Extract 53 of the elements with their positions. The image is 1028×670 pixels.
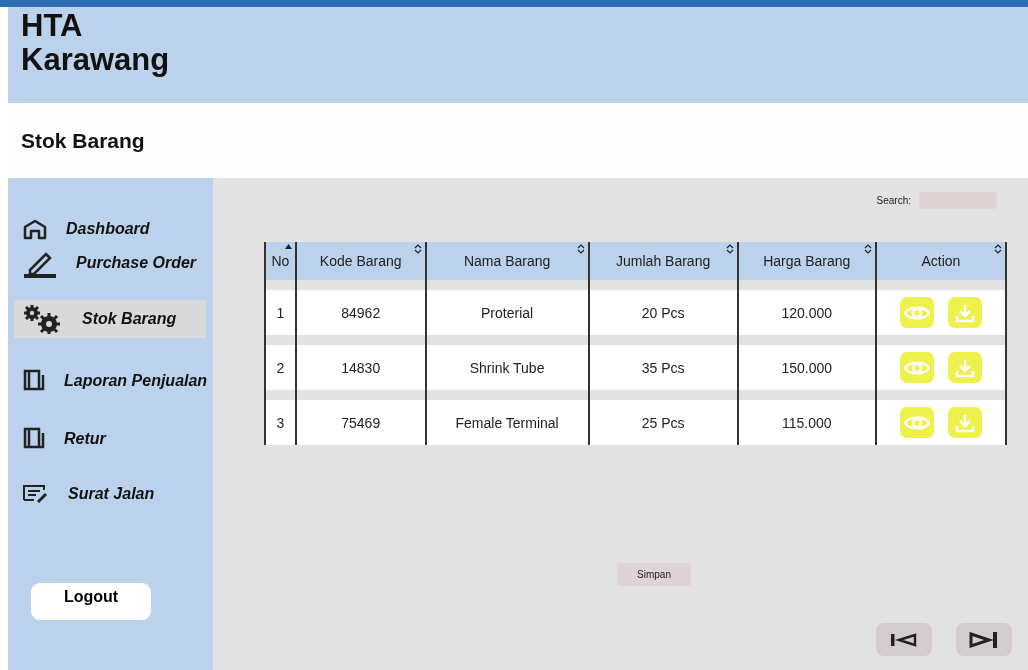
- sort-icon: [994, 244, 1002, 254]
- table-cell: 115.000: [781, 414, 832, 431]
- sort-icon: [725, 244, 734, 254]
- first-page-button[interactable]: [876, 623, 932, 656]
- table-cell: Shrink Tube: [469, 359, 545, 376]
- table-cell: Proterial: [481, 304, 534, 321]
- table-cell: 1: [276, 304, 285, 321]
- app-title: HTA Karawang: [21, 9, 171, 77]
- sidebar-item[interactable]: Surat Jalan: [14, 482, 206, 506]
- sidebar-item[interactable]: Stok Barang: [14, 300, 206, 338]
- column-header[interactable]: Action: [875, 242, 1006, 280]
- table-cell: Female Terminal: [455, 414, 559, 431]
- last-page-icon: [969, 631, 999, 648]
- first-page-icon: [891, 632, 917, 647]
- column-header[interactable]: Jumlah Barang: [588, 242, 738, 280]
- table-cell: 20 Pcs: [641, 304, 685, 321]
- sort-ascending-icon: [284, 244, 292, 249]
- table-cell: 150.000: [781, 359, 832, 376]
- sort-icon: [413, 244, 422, 254]
- table-cell: 14830: [341, 359, 381, 376]
- table-cell: 120.000: [781, 304, 832, 321]
- download-icon: [954, 357, 975, 378]
- download-button[interactable]: [947, 352, 982, 383]
- table-cell: 75469: [341, 414, 381, 431]
- note-edit-icon: [22, 484, 50, 504]
- table-cell: 84962: [341, 304, 381, 321]
- sidebar-item[interactable]: Laporan Penjualan: [14, 366, 206, 396]
- download-icon: [954, 412, 975, 433]
- table-cell: 2: [276, 359, 285, 376]
- download-button[interactable]: [947, 297, 982, 328]
- last-page-button[interactable]: [956, 623, 1012, 656]
- sort-icon: [576, 244, 585, 254]
- logout-button[interactable]: Logout: [31, 583, 151, 620]
- view-button[interactable]: [899, 297, 934, 328]
- view-button[interactable]: [899, 407, 934, 438]
- sidebar-item[interactable]: Dashboard: [14, 216, 206, 242]
- download-icon: [954, 302, 975, 323]
- column-header[interactable]: Kode Barang: [295, 242, 426, 280]
- table-cell: 3: [276, 414, 285, 431]
- search-label: Search:: [876, 195, 911, 206]
- save-button[interactable]: Simpan: [617, 563, 691, 586]
- column-header[interactable]: Harga Barang: [737, 242, 876, 280]
- column-header[interactable]: No: [265, 242, 296, 280]
- page-title: Stok Barang: [21, 128, 145, 153]
- sort-icon: [863, 244, 872, 254]
- sidebar-item[interactable]: Retur: [14, 424, 206, 454]
- home-icon: [22, 218, 48, 240]
- table-cell: 35 Pcs: [641, 359, 685, 376]
- table-cell: 25 Pcs: [641, 414, 685, 431]
- view-button[interactable]: [899, 352, 934, 383]
- download-button[interactable]: [947, 407, 982, 438]
- column-header[interactable]: Nama Barang: [425, 242, 589, 280]
- sidebar-item[interactable]: Purchase Order: [14, 246, 206, 280]
